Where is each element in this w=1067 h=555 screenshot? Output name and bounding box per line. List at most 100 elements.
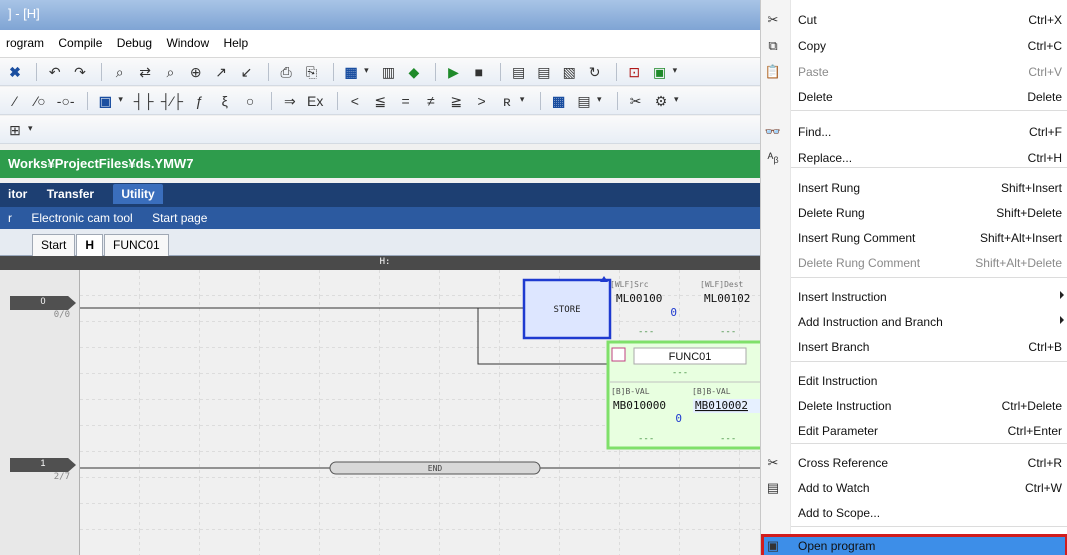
utility-item-electronic-cam[interactable]: Electronic cam tool <box>31 211 132 225</box>
utility-item-partial[interactable]: r <box>8 211 12 225</box>
run-icon[interactable]: ▶ <box>445 62 463 82</box>
insert-icon[interactable]: ⊞ <box>6 120 24 140</box>
menu-item-cross-reference[interactable]: ✂ Cross Reference Ctrl+R <box>761 451 1067 475</box>
find-next-icon[interactable]: ⌕ <box>161 62 179 82</box>
redo-icon[interactable]: ↷ <box>71 62 89 82</box>
menu-item-add-to-watch[interactable]: ▤ Add to Watch Ctrl+W <box>761 476 1067 500</box>
open-program-toolbar-icon[interactable]: ▣ <box>96 91 114 111</box>
rising-edge-icon[interactable]: ƒ <box>190 91 208 111</box>
less-equal-icon[interactable]: ≦ <box>371 91 389 111</box>
stop-icon[interactable]: ■ <box>470 62 488 82</box>
no-contact-icon[interactable]: ┤├ <box>134 91 154 111</box>
contact-rise-icon[interactable]: ⁄○ <box>31 91 49 111</box>
toolbar-ladder: ⁄ ⁄○ -○- ▣ ▾ ┤├ ┤⁄├ ƒ ξ ○ ⇒ Ex < ≦ = ≠ ≧ … <box>0 87 770 115</box>
menu-item-delete[interactable]: Delete Delete <box>761 85 1067 109</box>
menu-debug[interactable]: Debug <box>117 36 152 50</box>
doc-tab-h[interactable]: H <box>76 234 104 256</box>
dropdown-arrow-icon[interactable]: ▾ <box>674 94 682 108</box>
monitor-icon[interactable]: ▦ <box>342 62 360 82</box>
less-than-icon[interactable]: < <box>346 91 364 111</box>
jump-icon[interactable]: ↗ <box>212 62 230 82</box>
greater-than-icon[interactable]: > <box>473 91 491 111</box>
tab-transfer[interactable]: Transfer <box>47 187 94 201</box>
reload-icon[interactable]: ↻ <box>586 62 604 82</box>
table-icon[interactable]: ▦ <box>550 91 568 111</box>
menu-item-insert-instruction[interactable]: Insert Instruction <box>761 285 1067 309</box>
nc-contact-icon[interactable]: ┤⁄├ <box>161 91 183 111</box>
menu-item-find[interactable]: 👓 Find... Ctrl+F <box>761 120 1067 144</box>
connect-icon[interactable]: ◆ <box>405 62 423 82</box>
expression-icon[interactable]: Ex <box>306 91 324 111</box>
range-check-icon[interactable]: ʀ <box>498 91 516 111</box>
equal-icon[interactable]: = <box>397 91 415 111</box>
end-instruction[interactable]: END <box>329 461 541 475</box>
dropdown-arrow-icon[interactable]: ▾ <box>118 94 126 108</box>
menu-compile[interactable]: Compile <box>58 36 102 50</box>
menu-item-label: Copy <box>798 39 827 53</box>
tab-utility[interactable]: Utility <box>113 184 163 204</box>
menu-item-delete-rung-comment[interactable]: Delete Rung Comment Shift+Alt+Delete <box>761 251 1067 275</box>
menu-item-open-program[interactable]: ▣ Open program <box>761 534 1067 555</box>
grid-icon[interactable]: ▤ <box>575 91 593 111</box>
save-all-icon[interactable]: ✖ <box>6 62 24 82</box>
falling-edge-icon[interactable]: ξ <box>216 91 234 111</box>
menu-help[interactable]: Help <box>223 36 248 50</box>
store-instruction[interactable]: STORE <box>522 276 612 340</box>
replace-icon[interactable]: ⇄ <box>136 62 154 82</box>
rung-number-1[interactable]: 1 <box>10 458 76 472</box>
output-coil-icon[interactable]: ○ <box>241 91 259 111</box>
rung-gutter: 0 0/0 1 2/7 <box>0 270 80 555</box>
menu-item-add-to-scope[interactable]: Add to Scope... <box>761 501 1067 525</box>
menu-item-label: Cut <box>798 13 817 27</box>
jump-back-icon[interactable]: ↙ <box>237 62 255 82</box>
menu-item-delete-instruction[interactable]: Delete Instruction Ctrl+Delete <box>761 394 1067 418</box>
menu-item-insert-rung-comment[interactable]: Insert Rung Comment Shift+Alt+Insert <box>761 226 1067 250</box>
coil-icon[interactable]: -○- <box>57 91 75 111</box>
doc-tab-func01[interactable]: FUNC01 <box>104 234 169 256</box>
print-preview-icon[interactable]: ⎘ <box>302 62 320 82</box>
tool-icon[interactable]: ⚙ <box>652 91 670 111</box>
zoom-icon[interactable]: ⊕ <box>187 62 205 82</box>
menu-item-insert-branch[interactable]: Insert Branch Ctrl+B <box>761 335 1067 359</box>
dropdown-arrow-icon[interactable]: ▾ <box>520 94 528 108</box>
online-icon[interactable]: ▥ <box>380 62 398 82</box>
compare-icon[interactable]: ▧ <box>560 62 578 82</box>
cut-toolbar-icon[interactable]: ✂ <box>627 91 645 111</box>
menu-item-add-instruction-and-branch[interactable]: Add Instruction and Branch <box>761 310 1067 334</box>
transfer-all-icon[interactable]: ▤ <box>535 62 553 82</box>
menu-item-delete-rung[interactable]: Delete Rung Shift+Delete <box>761 201 1067 225</box>
menu-item-replace[interactable]: ᴬᵦ Replace... Ctrl+H <box>761 146 1067 170</box>
menu-program[interactable]: rogram <box>6 36 44 50</box>
menu-item-edit-instruction[interactable]: Edit Instruction <box>761 369 1067 393</box>
transfer-icon[interactable]: ▤ <box>510 62 528 82</box>
lock-icon[interactable]: ⊡ <box>625 62 643 82</box>
dropdown-arrow-icon[interactable]: ▾ <box>673 65 681 79</box>
context-menu: ✂ Cut Ctrl+X ⧉ Copy Ctrl+C 📋 Paste Ctrl+V Delete D… <box>760 0 1067 555</box>
project-path-bar: Works¥ProjectFiles¥ds.YMW7 <box>0 150 770 178</box>
menu-item-cut[interactable]: ✂ Cut Ctrl+X <box>761 8 1067 32</box>
find-icon[interactable]: ⌕ <box>111 62 129 82</box>
menu-item-label: Insert Branch <box>798 340 870 354</box>
dropdown-arrow-icon[interactable]: ▾ <box>597 94 605 108</box>
branch-icon[interactable]: ⁄ <box>6 91 24 111</box>
doc-tab-start[interactable]: Start <box>32 234 76 256</box>
menu-window[interactable]: Window <box>166 36 209 50</box>
menu-item-copy[interactable]: ⧉ Copy Ctrl+C <box>761 34 1067 58</box>
toolbar-separator <box>101 63 103 81</box>
not-equal-icon[interactable]: ≠ <box>422 91 440 111</box>
greater-equal-icon[interactable]: ≧ <box>447 91 465 111</box>
menu-item-label: Delete <box>798 90 833 104</box>
dropdown-arrow-icon[interactable]: ▾ <box>364 65 372 79</box>
settings-icon[interactable]: ▣ <box>651 62 669 82</box>
rung-step-0: 0/0 <box>53 310 70 320</box>
print-icon[interactable]: ⎙ <box>277 62 295 82</box>
menu-item-paste[interactable]: 📋 Paste Ctrl+V <box>761 60 1067 84</box>
store-icon[interactable]: ⇒ <box>281 91 299 111</box>
menu-item-insert-rung[interactable]: Insert Rung Shift+Insert <box>761 176 1067 200</box>
menu-item-edit-parameter[interactable]: Edit Parameter Ctrl+Enter <box>761 419 1067 443</box>
utility-item-start-page[interactable]: Start page <box>152 211 207 225</box>
undo-icon[interactable]: ↶ <box>46 62 64 82</box>
rung-number-0[interactable]: 0 <box>10 296 76 310</box>
dropdown-arrow-icon[interactable]: ▾ <box>28 123 36 137</box>
tab-monitor[interactable]: itor <box>8 187 27 201</box>
